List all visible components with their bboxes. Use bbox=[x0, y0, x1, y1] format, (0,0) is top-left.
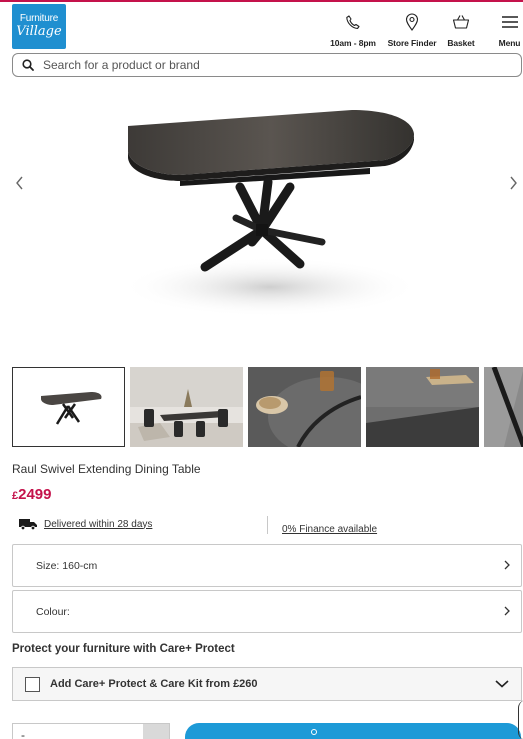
care-protect-checkbox[interactable] bbox=[25, 676, 40, 692]
colour-selector[interactable]: Colour: bbox=[12, 590, 522, 633]
delivery-info: Delivered within 28 days bbox=[18, 518, 152, 530]
size-selector[interactable]: Size: 160-cm bbox=[12, 544, 522, 587]
menu-button[interactable]: Menu bbox=[496, 12, 523, 48]
opening-hours-link[interactable]: 10am - 8pm bbox=[326, 12, 380, 48]
finance-info: 0% Finance available bbox=[282, 519, 377, 537]
care-protect-option[interactable]: Add Care+ Protect & Care Kit from £260 bbox=[12, 667, 522, 701]
delivery-link[interactable]: Delivered within 28 days bbox=[44, 519, 152, 530]
perks-divider bbox=[267, 516, 268, 534]
product-title: Raul Swivel Extending Dining Table bbox=[12, 462, 201, 476]
furniture-village-logo[interactable]: Furniture Village bbox=[12, 4, 66, 49]
thumbnail-5[interactable] bbox=[484, 367, 523, 447]
logo-line-1: Furniture bbox=[19, 13, 59, 24]
thumbnail-1[interactable] bbox=[12, 367, 125, 447]
quantity-increase-button[interactable] bbox=[143, 724, 169, 739]
logo-line-2: Village bbox=[16, 24, 62, 39]
search-icon[interactable] bbox=[13, 59, 43, 71]
search-input[interactable] bbox=[43, 58, 483, 72]
thumbnail-2[interactable] bbox=[130, 367, 243, 447]
site-header: Furniture Village 10am - 8pm Store Finde… bbox=[0, 2, 523, 50]
product-main-image bbox=[0, 82, 523, 362]
thumbnail-4[interactable] bbox=[366, 367, 479, 447]
thumbnail-3[interactable] bbox=[248, 367, 361, 447]
chevron-right-icon bbox=[503, 604, 511, 619]
phone-icon bbox=[326, 12, 380, 32]
quantity-stepper[interactable]: - bbox=[12, 723, 170, 739]
hamburger-menu-icon bbox=[496, 12, 523, 32]
basket-link[interactable]: Basket bbox=[444, 12, 478, 48]
gallery-prev-button[interactable] bbox=[12, 176, 28, 195]
colour-label: Colour: bbox=[36, 605, 70, 618]
finance-link[interactable]: 0% Finance available bbox=[282, 524, 377, 535]
chevron-right-icon bbox=[510, 176, 517, 190]
delivery-truck-icon bbox=[19, 519, 37, 530]
care-protect-label: Add Care+ Protect & Care Kit from £260 bbox=[50, 678, 258, 690]
product-perks: Delivered within 28 days 0% Finance avai… bbox=[12, 516, 522, 537]
product-price: £2499 bbox=[12, 486, 52, 503]
thumbnail-strip bbox=[12, 367, 523, 448]
chevron-right-icon bbox=[503, 558, 511, 573]
basket-icon bbox=[311, 729, 317, 735]
store-finder-label: Store Finder bbox=[387, 38, 437, 48]
basket-icon bbox=[444, 12, 478, 32]
chevron-left-icon bbox=[16, 176, 23, 190]
side-feedback-tab[interactable] bbox=[518, 700, 523, 739]
quantity-decrease-button[interactable]: - bbox=[21, 728, 25, 739]
gallery-next-button[interactable] bbox=[505, 176, 521, 195]
add-to-basket-button[interactable] bbox=[185, 723, 521, 739]
store-finder-link[interactable]: Store Finder bbox=[384, 12, 440, 48]
basket-label: Basket bbox=[447, 38, 475, 48]
price-amount: 2499 bbox=[18, 486, 52, 503]
location-pin-icon bbox=[384, 12, 440, 32]
search-bar bbox=[12, 53, 522, 77]
protect-heading: Protect your furniture with Care+ Protec… bbox=[12, 643, 235, 655]
chevron-down-icon[interactable] bbox=[495, 675, 509, 693]
menu-label: Menu bbox=[498, 38, 521, 48]
size-label: Size: 160-cm bbox=[36, 559, 98, 572]
opening-hours-label: 10am - 8pm bbox=[330, 38, 376, 48]
